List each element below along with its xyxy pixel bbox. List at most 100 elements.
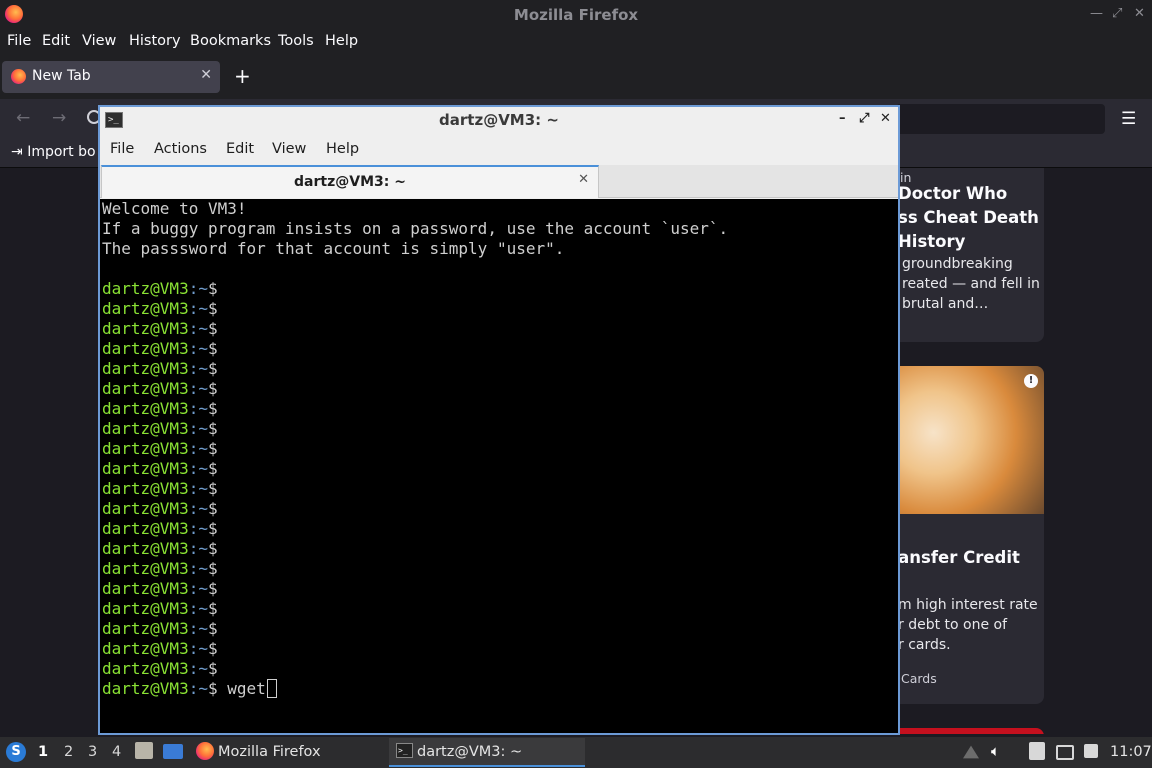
prompt-path: :~ xyxy=(188,679,208,698)
terminal-menu-actions[interactable]: Actions xyxy=(154,141,207,157)
prompt-user: dartz@VM3 xyxy=(102,579,189,598)
terminal-menu-view[interactable]: View xyxy=(272,141,306,157)
prompt-path: :~ xyxy=(188,599,208,618)
prompt-path: :~ xyxy=(188,579,208,598)
app-menu-icon[interactable]: S xyxy=(6,742,26,762)
terminal-output[interactable]: Welcome to VM3! If a buggy program insist… xyxy=(100,199,898,733)
workspace-4[interactable]: 4 xyxy=(112,744,121,760)
prompt-user: dartz@VM3 xyxy=(102,359,189,378)
prompt-user: dartz@VM3 xyxy=(102,639,189,658)
show-desktop-icon[interactable] xyxy=(163,744,183,759)
terminal-menu-file[interactable]: File xyxy=(110,141,134,157)
prompt-line: dartz@VM3:~$ xyxy=(102,539,898,559)
hamburger-menu-icon[interactable]: ☰ xyxy=(1121,109,1136,129)
maximize-icon[interactable]: ⤢ xyxy=(1112,6,1122,21)
task-terminal[interactable]: dartz@VM3: ~ xyxy=(417,744,522,760)
prompt-path: :~ xyxy=(188,659,208,678)
minimize-icon[interactable]: — xyxy=(1090,6,1103,21)
prompt-line: dartz@VM3:~$ xyxy=(102,319,898,339)
current-prompt-line: dartz@VM3:~$ wget xyxy=(102,679,898,699)
terminal-titlebar[interactable]: >_ dartz@VM3: ~ – ⤢ ✕ xyxy=(100,107,898,135)
prompt-line: dartz@VM3:~$ xyxy=(102,579,898,599)
prompt-symbol: $ xyxy=(207,499,218,518)
prompt-user: dartz@VM3 xyxy=(102,459,189,478)
notifications-icon[interactable] xyxy=(1084,744,1098,758)
card-source: Cards xyxy=(901,671,937,686)
prompt-user: dartz@VM3 xyxy=(102,599,189,618)
back-arrow-icon[interactable]: ← xyxy=(16,108,30,128)
prompt-symbol: $ xyxy=(207,399,218,418)
firefox-window-title: Mozilla Firefox xyxy=(513,6,639,24)
prompt-user: dartz@VM3 xyxy=(102,279,189,298)
prompt-path: :~ xyxy=(188,339,208,358)
card-headline-line: ss Cheat Death xyxy=(898,208,1039,227)
prompt-symbol: $ xyxy=(207,659,218,678)
sponsored-info-icon[interactable]: ! xyxy=(1024,374,1038,388)
prompt-path: :~ xyxy=(188,359,208,378)
menu-tools[interactable]: Tools xyxy=(278,33,314,49)
prompt-line: dartz@VM3:~$ xyxy=(102,439,898,459)
prompt-path: :~ xyxy=(188,279,208,298)
tab-close-icon[interactable]: ✕ xyxy=(200,67,212,83)
forward-arrow-icon[interactable]: → xyxy=(52,108,66,128)
prompt-path: :~ xyxy=(188,499,208,518)
close-icon[interactable]: ✕ xyxy=(1134,6,1145,21)
file-manager-icon[interactable] xyxy=(135,742,153,759)
prompt-symbol: $ xyxy=(207,319,218,338)
menu-bookmarks[interactable]: Bookmarks xyxy=(190,33,271,49)
terminal-menu-help[interactable]: Help xyxy=(326,141,359,157)
card-headline: ransfer Credit xyxy=(890,548,1020,567)
new-tab-plus-icon[interactable]: + xyxy=(234,64,251,88)
menu-file[interactable]: File xyxy=(7,33,31,49)
prompt-symbol: $ xyxy=(207,679,218,698)
prompt-user: dartz@VM3 xyxy=(102,659,189,678)
menu-view[interactable]: View xyxy=(82,33,116,49)
prompt-user: dartz@VM3 xyxy=(102,479,189,498)
prompt-symbol: $ xyxy=(207,519,218,538)
prompt-line: dartz@VM3:~$ xyxy=(102,519,898,539)
workspace-3[interactable]: 3 xyxy=(88,744,97,760)
prompt-path: :~ xyxy=(188,419,208,438)
prompt-symbol: $ xyxy=(207,359,218,378)
firefox-task-icon xyxy=(196,742,214,760)
menu-edit[interactable]: Edit xyxy=(42,33,70,49)
workspace-1[interactable]: 1 xyxy=(38,744,48,760)
prompt-user: dartz@VM3 xyxy=(102,339,189,358)
card-excerpt-line: r cards. xyxy=(898,637,951,653)
prompt-user: dartz@VM3 xyxy=(102,519,189,538)
prompt-path: :~ xyxy=(188,399,208,418)
prompt-user: dartz@VM3 xyxy=(102,679,189,698)
terminal-task-icon: >_ xyxy=(396,743,413,758)
url-bar[interactable] xyxy=(896,104,1105,134)
menu-history[interactable]: History xyxy=(129,33,181,49)
tab-new-tab[interactable]: New Tab ✕ xyxy=(2,61,220,93)
prompt-symbol: $ xyxy=(207,439,218,458)
import-bookmarks-button[interactable]: ⇥ Import bo xyxy=(11,144,96,160)
prompt-symbol: $ xyxy=(207,599,218,618)
prompt-symbol: $ xyxy=(207,459,218,478)
terminal-tab[interactable]: dartz@VM3: ~ ✕ xyxy=(101,165,599,198)
clipboard-icon[interactable] xyxy=(1029,742,1045,760)
volume-icon[interactable]: 🔈︎ xyxy=(991,742,1000,760)
card-excerpt-line: m high interest rate xyxy=(898,597,1038,613)
prompt-user: dartz@VM3 xyxy=(102,319,189,338)
task-firefox[interactable]: Mozilla Firefox xyxy=(218,744,321,760)
prompt-lines: dartz@VM3:~$ dartz@VM3:~$ dartz@VM3:~$ dart… xyxy=(102,279,898,679)
menu-help[interactable]: Help xyxy=(325,33,358,49)
clock[interactable]: 11:07 xyxy=(1110,744,1152,760)
terminal-maximize-icon[interactable]: ⤢ xyxy=(859,111,869,126)
terminal-menu-edit[interactable]: Edit xyxy=(226,141,254,157)
firefox-menubar: File Edit View History Bookmarks Tools H… xyxy=(0,29,1152,55)
prompt-path: :~ xyxy=(188,479,208,498)
prompt-path: :~ xyxy=(188,439,208,458)
terminal-minimize-icon[interactable]: – xyxy=(839,111,846,126)
workspace-2[interactable]: 2 xyxy=(64,744,73,760)
firefox-favicon-icon xyxy=(11,69,26,84)
network-icon[interactable] xyxy=(1056,745,1074,760)
terminal-close-icon[interactable]: ✕ xyxy=(880,111,891,126)
prompt-user: dartz@VM3 xyxy=(102,439,189,458)
terminal-tab-close-icon[interactable]: ✕ xyxy=(578,172,589,187)
prompt-line: dartz@VM3:~$ xyxy=(102,399,898,419)
prompt-line: dartz@VM3:~$ xyxy=(102,479,898,499)
prompt-symbol: $ xyxy=(207,539,218,558)
